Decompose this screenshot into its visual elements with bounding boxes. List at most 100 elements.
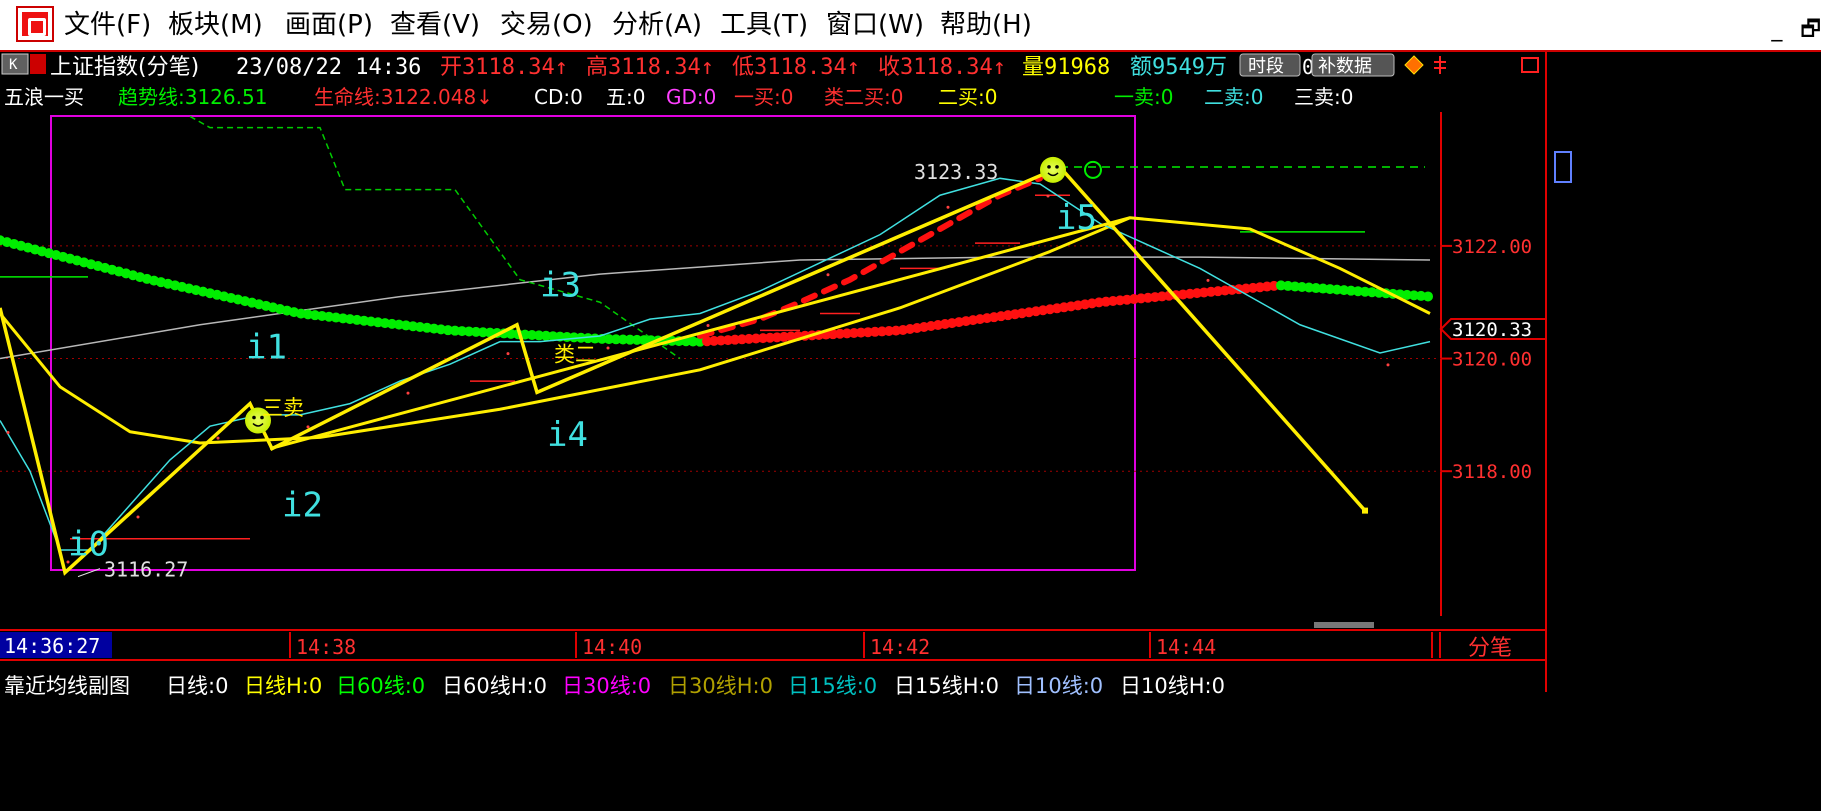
low-label: 3116.27 xyxy=(104,558,188,582)
x-axis: 14:36:27 14:38 14:40 14:42 14:44 分笔 xyxy=(0,622,1512,661)
tick-dot xyxy=(136,515,140,519)
subchart-item: 日60线:0 xyxy=(336,674,425,698)
x-tick-label: 14:38 xyxy=(296,635,356,659)
period-label: 分笔 xyxy=(1468,636,1512,661)
sell1-value: 一卖:0 xyxy=(1114,85,1173,109)
diamond-icon[interactable] xyxy=(1404,55,1424,75)
y-tick-label: 3122.00 xyxy=(1452,236,1532,258)
buy1-value: 一买:0 xyxy=(734,85,793,109)
menu-view[interactable]: 查看(V) xyxy=(390,8,480,42)
zigzag-end-marker xyxy=(1362,507,1368,514)
k-label: K xyxy=(9,57,18,73)
sell3-value: 三卖:0 xyxy=(1294,85,1353,109)
header-row: K 上证指数(分笔) 23/08/22 14:36 开3118.34↑ 高311… xyxy=(1,53,1539,80)
right-side-panel xyxy=(1548,52,1821,811)
five-value: 五:0 xyxy=(606,85,645,109)
high-value: 高3118.34↑ xyxy=(586,55,714,80)
wave-label: i0 xyxy=(68,525,109,565)
amount-value: 额9549万 xyxy=(1130,55,1227,80)
current-price-tag: 3120.33 xyxy=(1439,318,1547,341)
life-line-value: 生命线:3122.048↓ xyxy=(314,85,493,109)
smiley-eye xyxy=(252,415,256,420)
wave-label: i1 xyxy=(246,328,287,368)
low-value: 低3118.34↑ xyxy=(732,55,860,80)
lower-channel-line xyxy=(269,216,1131,451)
app-logo-icon[interactable] xyxy=(16,6,54,42)
annotation-label: 三卖 xyxy=(262,396,304,420)
tick-dot xyxy=(306,425,310,429)
subchart-item: 日15线:0 xyxy=(788,674,877,698)
tick-dot xyxy=(6,431,10,435)
period-button-label: 时段 xyxy=(1248,56,1284,77)
chart-title: 上证指数(分笔) xyxy=(50,55,199,80)
volume-value: 量91968 xyxy=(1022,55,1110,80)
subchart-item: 日60线H:0 xyxy=(442,674,547,698)
y-tick-label: 3118.00 xyxy=(1452,461,1532,483)
x-tick-label: 14:42 xyxy=(870,635,930,659)
class-buy2-value: 类二买:0 xyxy=(824,85,903,109)
restore-icon[interactable]: 🗗 xyxy=(1800,17,1821,42)
tick-dot xyxy=(826,273,830,277)
high-label: 3123.33 xyxy=(914,160,998,184)
indicator-row: 五浪一买 趋势线:3126.51 生命线:3122.048↓ CD:0 五:0 … xyxy=(4,85,1353,109)
wave-label: i4 xyxy=(547,415,588,455)
tick-dot xyxy=(606,346,610,350)
wave-label: i5 xyxy=(1056,198,1097,238)
tick-dot xyxy=(216,436,220,440)
menu-screen[interactable]: 画面(P) xyxy=(285,8,373,42)
current-price-label: 3120.33 xyxy=(1452,319,1532,341)
tick-dot xyxy=(946,205,950,209)
menu-sector[interactable]: 板块(M) xyxy=(168,8,263,42)
tick-dot xyxy=(1206,278,1210,282)
trend-line-value: 趋势线:3126.51 xyxy=(118,85,267,109)
open-value: 开3118.34↑ xyxy=(440,55,568,80)
subchart-name[interactable]: 靠近均线副图 xyxy=(4,674,130,698)
tick-dot xyxy=(406,391,410,395)
menu-window[interactable]: 窗口(W) xyxy=(826,8,924,42)
y-axis-ticks: 3122.00 3120.00 3118.00 xyxy=(0,236,1532,483)
indicator-name: 五浪一买 xyxy=(4,85,84,109)
window-controls: _ 🗗 xyxy=(1753,12,1821,50)
chart-area[interactable]: K 上证指数(分笔) 23/08/22 14:36 开3118.34↑ 高311… xyxy=(0,52,1821,811)
subchart-item: 日线H:0 xyxy=(244,674,322,698)
subchart-item: 日15线H:0 xyxy=(894,674,999,698)
cd-value: CD:0 xyxy=(534,85,583,109)
maximize-chart-icon[interactable] xyxy=(1521,57,1539,73)
subchart-item: 日30线H:0 xyxy=(668,674,773,698)
subchart-bar: 靠近均线副图 日线:0 日线H:0 日60线:0 日60线H:0 日30线:0 日30线H… xyxy=(4,674,1225,698)
zigzag-line xyxy=(0,164,1367,576)
tick-dot xyxy=(1386,363,1390,367)
annotation-label: 类二 xyxy=(554,342,596,366)
wave-label: i3 xyxy=(540,266,581,306)
subchart-item: 日10线H:0 xyxy=(1120,674,1225,698)
dropdown-button[interactable] xyxy=(30,54,46,74)
plot-layer: 3123.33 3116.27i0 i1 i2 i3 i4 i5 三卖 类二 xyxy=(0,115,1433,582)
chart-datetime: 23/08/22 14:36 xyxy=(236,55,421,80)
supplement-data-label: 补数据 xyxy=(1318,56,1372,77)
tick-dot xyxy=(706,323,710,327)
y-tick-label: 3120.00 xyxy=(1452,349,1532,371)
buy2-value: 二买:0 xyxy=(938,85,997,109)
life-line-dot xyxy=(1423,291,1433,302)
smiley-eye xyxy=(1047,165,1051,169)
smiley-face xyxy=(1040,156,1066,183)
subchart-item: 日10线:0 xyxy=(1014,674,1103,698)
menu-trade[interactable]: 交易(O) xyxy=(500,8,593,42)
x-tick-label: 14:40 xyxy=(582,635,642,659)
close-value: 收3118.34↑ xyxy=(878,55,1006,80)
menu-help[interactable]: 帮助(H) xyxy=(940,8,1032,42)
gd-value: GD:0 xyxy=(666,85,716,109)
menu-file[interactable]: 文件(F) xyxy=(64,8,151,42)
menu-tools[interactable]: 工具(T) xyxy=(720,8,808,42)
tick-dot xyxy=(1046,194,1050,198)
menu-analysis[interactable]: 分析(A) xyxy=(612,8,702,42)
minimize-icon[interactable]: _ xyxy=(1771,17,1782,42)
horizontal-scrollbar-thumb[interactable] xyxy=(1314,622,1374,628)
trend-dashed-line xyxy=(189,115,681,360)
menu-bar: 文件(F) 板块(M) 画面(P) 查看(V) 交易(O) 分析(A) 工具(T… xyxy=(0,0,1821,52)
subchart-item: 日30线:0 xyxy=(562,674,651,698)
tick-dot xyxy=(506,352,510,356)
pin-icon[interactable] xyxy=(1434,56,1446,74)
sell2-value: 二卖:0 xyxy=(1204,85,1263,109)
x-tick-label: 14:44 xyxy=(1156,635,1216,659)
